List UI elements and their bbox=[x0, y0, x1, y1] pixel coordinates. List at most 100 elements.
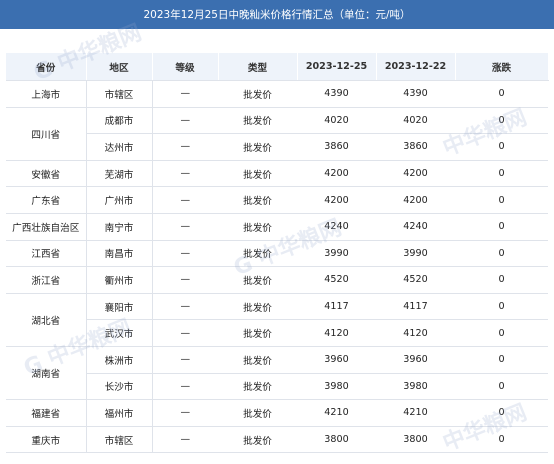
district-cell: 广州市 bbox=[86, 186, 153, 214]
change-cell: 0 bbox=[455, 240, 548, 268]
grade-cell: — bbox=[152, 160, 218, 188]
change-cell: 0 bbox=[455, 133, 548, 161]
grade-cell: — bbox=[152, 399, 218, 427]
table-row: 浙江省 衢州市 — 批发价 4520 4520 0 bbox=[6, 266, 548, 294]
grade-cell: — bbox=[152, 80, 218, 108]
price-previous-cell: 4020 bbox=[376, 107, 455, 135]
col-header-change: 涨跌 bbox=[455, 53, 549, 81]
grade-cell: — bbox=[152, 346, 218, 374]
price-current-cell: 4120 bbox=[297, 319, 376, 347]
province-cell: 江西省 bbox=[6, 240, 87, 268]
type-cell: 批发价 bbox=[218, 426, 297, 454]
change-cell: 0 bbox=[455, 213, 548, 241]
change-cell: 0 bbox=[455, 426, 548, 454]
grade-cell: — bbox=[152, 266, 218, 294]
district-cell: 南昌市 bbox=[86, 240, 153, 268]
province-cell: 上海市 bbox=[6, 80, 87, 108]
price-current-cell: 3860 bbox=[297, 133, 376, 161]
type-cell: 批发价 bbox=[218, 186, 297, 214]
price-current-cell: 3980 bbox=[297, 373, 376, 401]
price-current-cell: 4390 bbox=[297, 80, 376, 108]
district-cell: 市辖区 bbox=[86, 426, 153, 454]
grade-cell: — bbox=[152, 133, 218, 161]
change-cell: 0 bbox=[455, 160, 548, 188]
grade-cell: — bbox=[152, 426, 218, 454]
change-cell: 0 bbox=[455, 186, 548, 214]
change-cell: 0 bbox=[455, 80, 548, 108]
type-cell: 批发价 bbox=[218, 346, 297, 374]
grade-cell: — bbox=[152, 319, 218, 347]
type-cell: 批发价 bbox=[218, 107, 297, 135]
table-row: 武汉市 — 批发价 4120 4120 0 bbox=[6, 319, 548, 347]
district-cell: 福州市 bbox=[86, 399, 153, 427]
price-table: 省份 地区 等级 类型 2023-12-25 2023-12-22 涨跌 上海市… bbox=[6, 53, 549, 454]
district-cell: 达州市 bbox=[86, 133, 153, 161]
col-header-date-2: 2023-12-22 bbox=[376, 53, 456, 81]
table-row: 安徽省 芜湖市 — 批发价 4200 4200 0 bbox=[6, 160, 548, 188]
change-cell: 0 bbox=[455, 266, 548, 294]
price-previous-cell: 4210 bbox=[376, 399, 455, 427]
change-cell: 0 bbox=[455, 399, 548, 427]
table-header-row: 省份 地区 等级 类型 2023-12-25 2023-12-22 涨跌 bbox=[6, 53, 549, 81]
table-row: 湖北省 襄阳市 — 批发价 4117 4117 0 bbox=[6, 293, 548, 347]
price-previous-cell: 4117 bbox=[376, 293, 455, 321]
table-row: 重庆市 市辖区 — 批发价 3800 3800 0 bbox=[6, 426, 548, 454]
province-cell: 浙江省 bbox=[6, 266, 87, 294]
change-cell: 0 bbox=[455, 293, 548, 321]
district-cell: 芜湖市 bbox=[86, 160, 153, 188]
price-current-cell: 4240 bbox=[297, 213, 376, 241]
price-previous-cell: 3980 bbox=[376, 373, 455, 401]
district-cell: 株洲市 bbox=[86, 346, 153, 374]
type-cell: 批发价 bbox=[218, 240, 297, 268]
district-cell: 市辖区 bbox=[86, 80, 153, 108]
district-cell: 武汉市 bbox=[86, 319, 153, 347]
grade-cell: — bbox=[152, 293, 218, 321]
district-cell: 衢州市 bbox=[86, 266, 153, 294]
table-row: 四川省 成都市 — 批发价 4020 4020 0 bbox=[6, 107, 548, 161]
table-row: 湖南省 株洲市 — 批发价 3960 3960 0 bbox=[6, 346, 548, 401]
change-cell: 0 bbox=[455, 107, 548, 135]
price-previous-cell: 4200 bbox=[376, 160, 455, 188]
district-cell: 南宁市 bbox=[86, 213, 153, 241]
header-spacer bbox=[0, 29, 554, 53]
price-previous-cell: 3800 bbox=[376, 426, 455, 454]
col-header-type: 类型 bbox=[218, 53, 298, 81]
price-previous-cell: 4200 bbox=[376, 186, 455, 214]
province-cell: 广东省 bbox=[6, 186, 87, 214]
district-cell: 长沙市 bbox=[86, 373, 153, 401]
grade-cell: — bbox=[152, 373, 218, 401]
type-cell: 批发价 bbox=[218, 399, 297, 427]
grade-cell: — bbox=[152, 240, 218, 268]
change-cell: 0 bbox=[455, 346, 548, 374]
price-previous-cell: 4520 bbox=[376, 266, 455, 294]
grade-cell: — bbox=[152, 107, 218, 135]
table-row: 广东省 广州市 — 批发价 4200 4200 0 bbox=[6, 186, 548, 214]
table-row: 广西壮族自治区 南宁市 — 批发价 4240 4240 0 bbox=[6, 213, 548, 241]
province-cell: 广西壮族自治区 bbox=[6, 213, 87, 241]
type-cell: 批发价 bbox=[218, 293, 297, 321]
province-cell: 四川省 bbox=[6, 107, 87, 161]
district-cell: 襄阳市 bbox=[86, 293, 153, 321]
province-cell: 福建省 bbox=[6, 399, 87, 427]
table-title: 2023年12月25日中晚籼米价格行情汇总（单位：元/吨） bbox=[0, 0, 554, 29]
province-cell: 安徽省 bbox=[6, 160, 87, 188]
price-previous-cell: 4390 bbox=[376, 80, 455, 108]
type-cell: 批发价 bbox=[218, 80, 297, 108]
price-current-cell: 4117 bbox=[297, 293, 376, 321]
type-cell: 批发价 bbox=[218, 319, 297, 347]
province-cell: 湖南省 bbox=[6, 346, 87, 401]
table-row: 长沙市 — 批发价 3980 3980 0 bbox=[6, 373, 548, 401]
price-current-cell: 4020 bbox=[297, 107, 376, 135]
price-current-cell: 3990 bbox=[297, 240, 376, 268]
type-cell: 批发价 bbox=[218, 266, 297, 294]
table-row: 福建省 福州市 — 批发价 4210 4210 0 bbox=[6, 399, 548, 427]
province-cell: 湖北省 bbox=[6, 293, 87, 347]
price-previous-cell: 4120 bbox=[376, 319, 455, 347]
type-cell: 批发价 bbox=[218, 213, 297, 241]
district-cell: 成都市 bbox=[86, 107, 153, 135]
grade-cell: — bbox=[152, 213, 218, 241]
price-previous-cell: 3960 bbox=[376, 346, 455, 374]
type-cell: 批发价 bbox=[218, 160, 297, 188]
price-current-cell: 3960 bbox=[297, 346, 376, 374]
price-current-cell: 4200 bbox=[297, 160, 376, 188]
